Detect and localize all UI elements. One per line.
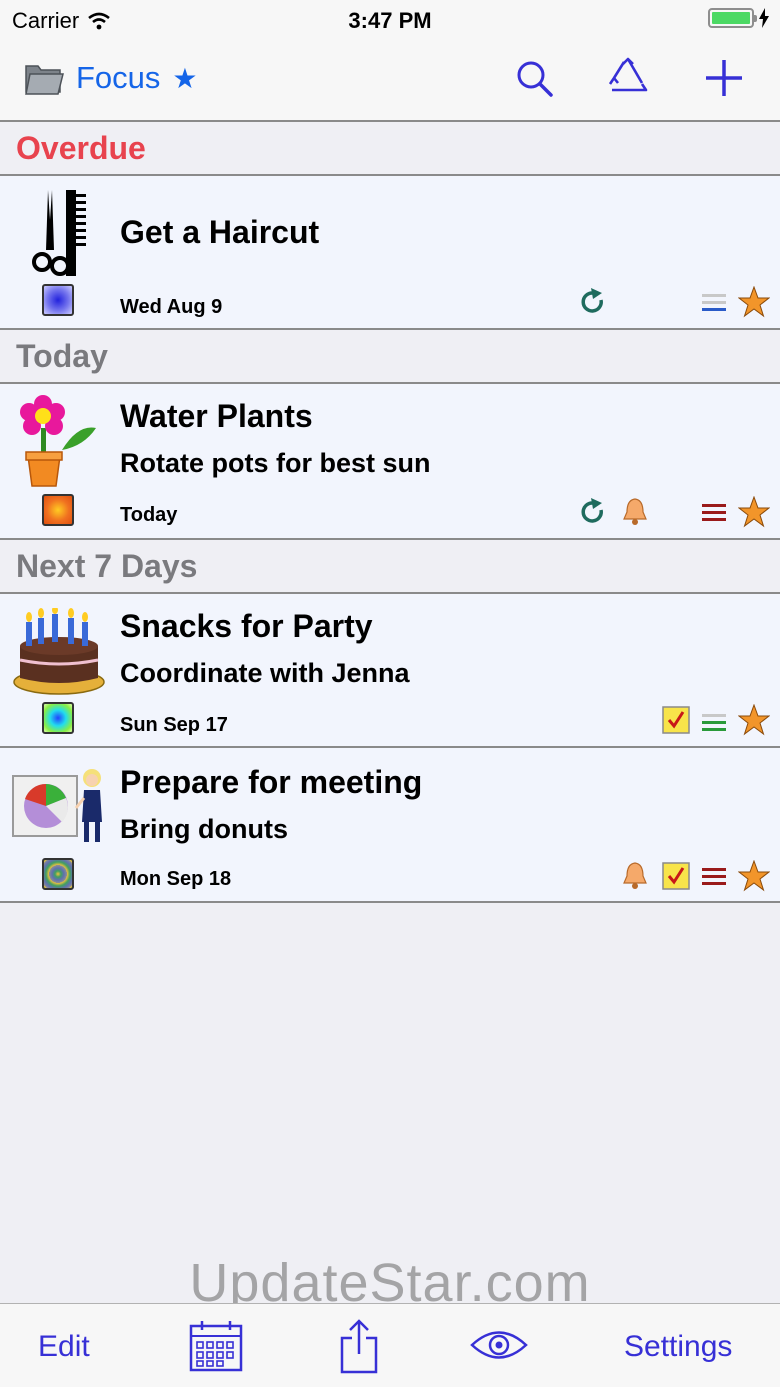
- task-row[interactable]: Water Plants Rotate pots for best sun To…: [0, 384, 780, 540]
- status-bar: Carrier 3:47 PM: [0, 0, 780, 40]
- bell-icon: [623, 862, 647, 889]
- task-due-date: Sun Sep 17: [120, 714, 228, 736]
- scissors-comb-icon: [32, 190, 86, 276]
- birthday-cake-icon: [13, 608, 105, 695]
- repeat-icon: [581, 288, 603, 313]
- context-color-box[interactable]: [42, 494, 74, 526]
- eye-icon[interactable]: [470, 1328, 528, 1362]
- priority-high-icon: [702, 868, 726, 885]
- priority-high-icon: [702, 504, 726, 521]
- star-icon[interactable]: [738, 860, 770, 892]
- folder-icon: [25, 65, 64, 95]
- presentation-icon: [12, 769, 102, 842]
- task-note: Coordinate with Jenna: [120, 658, 410, 688]
- status-time: 3:47 PM: [348, 8, 432, 33]
- repeat-icon: [581, 498, 603, 523]
- flower-pot-icon: [20, 395, 96, 487]
- star-icon[interactable]: [738, 496, 770, 528]
- settings-button[interactable]: Settings: [624, 1330, 732, 1364]
- section-header-next-7-days: Next 7 Days: [0, 540, 780, 594]
- favorite-star: ★: [172, 62, 198, 94]
- checkbox-icon[interactable]: [662, 706, 690, 734]
- edit-button[interactable]: Edit: [38, 1330, 90, 1364]
- calendar-icon[interactable]: [188, 1318, 244, 1374]
- context-color-box[interactable]: [42, 702, 74, 734]
- task-row[interactable]: Get a Haircut Wed Aug 9: [0, 176, 780, 330]
- task-title: Water Plants: [120, 398, 313, 434]
- task-row[interactable]: Snacks for Party Coordinate with Jenna S…: [0, 594, 780, 748]
- nav-bar: Focus ★: [0, 40, 780, 122]
- battery-icon: [708, 8, 757, 28]
- star-icon[interactable]: [738, 704, 770, 736]
- bell-icon: [623, 498, 647, 525]
- star-icon[interactable]: [738, 286, 770, 318]
- task-note: Bring donuts: [120, 814, 288, 844]
- task-due-date: Today: [120, 504, 178, 526]
- task-title: Prepare for meeting: [120, 764, 423, 800]
- task-note: Rotate pots for best sun: [120, 448, 431, 478]
- section-header-today: Today: [0, 330, 780, 384]
- task-due-date: Mon Sep 18: [120, 868, 232, 890]
- search-icon[interactable]: [512, 56, 556, 100]
- task-title: Snacks for Party: [120, 608, 373, 644]
- context-color-box[interactable]: [42, 858, 74, 890]
- section-header-overdue: Overdue: [0, 122, 780, 176]
- page-title: Focus: [76, 60, 161, 95]
- share-icon[interactable]: [338, 1318, 380, 1374]
- status-battery: [708, 8, 770, 28]
- recycle-icon[interactable]: [606, 56, 650, 100]
- priority-medium-icon: [702, 714, 726, 731]
- task-due-date: Wed Aug 9: [120, 296, 223, 318]
- task-list: Overdue Get a Haircut Wed Aug 9 Today Wa…: [0, 122, 780, 903]
- tab-bar: Edit Settings: [0, 1303, 780, 1387]
- focus-filter-button[interactable]: Focus ★: [24, 60, 198, 96]
- task-title: Get a Haircut: [120, 214, 320, 250]
- plus-icon[interactable]: [702, 56, 746, 100]
- charging-icon: [759, 8, 769, 28]
- checkbox-icon[interactable]: [662, 862, 690, 890]
- priority-low-icon: [702, 294, 726, 311]
- context-color-box[interactable]: [42, 284, 74, 316]
- task-row[interactable]: Prepare for meeting Bring donuts Mon Sep…: [0, 748, 780, 903]
